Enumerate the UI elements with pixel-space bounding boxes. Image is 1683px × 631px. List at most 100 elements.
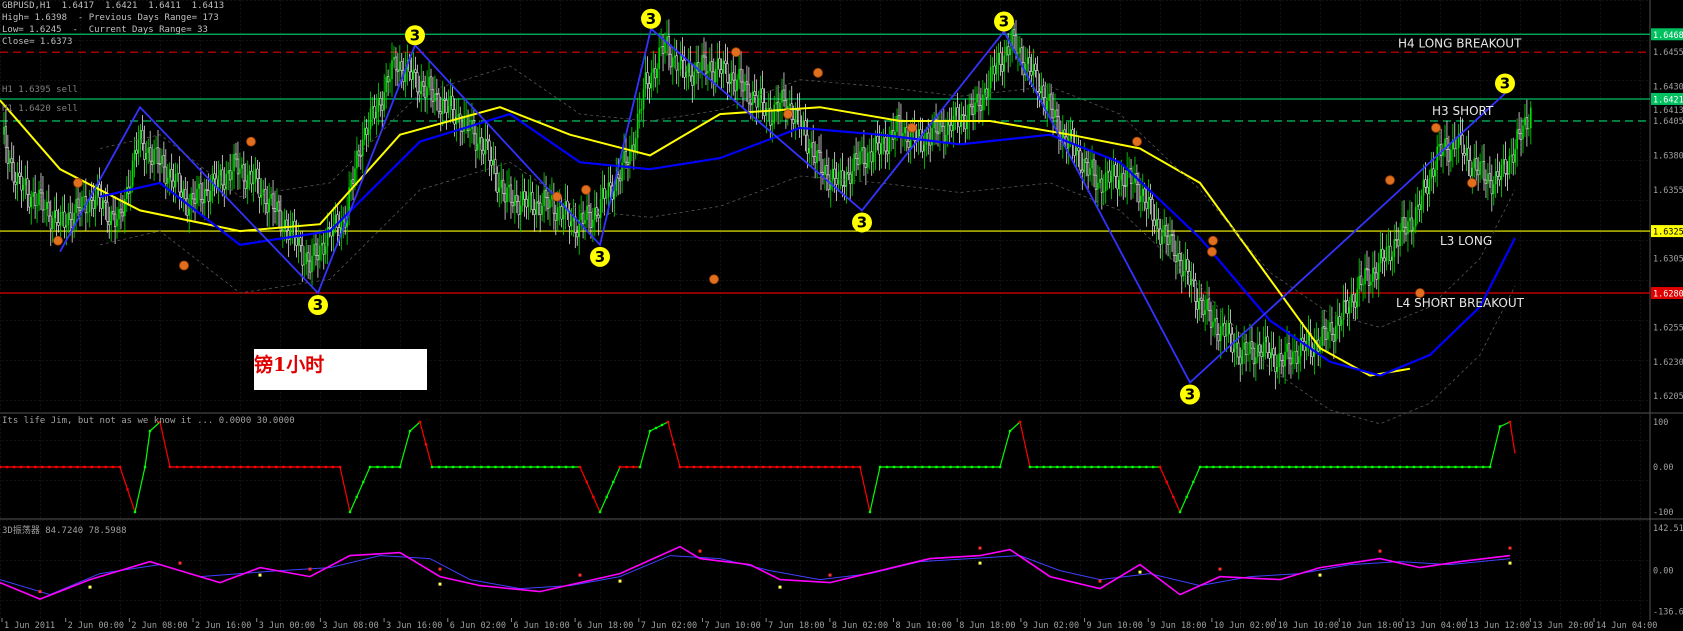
candle-body [982, 94, 984, 111]
candle-body [1360, 275, 1363, 285]
candle-body [1276, 367, 1279, 372]
candle-body [1032, 63, 1035, 76]
candle-body [792, 119, 795, 124]
candle-body [1370, 281, 1372, 286]
candle-body [126, 187, 128, 199]
candle-body [1092, 159, 1096, 176]
candle-body [217, 175, 220, 188]
wpr-dot [571, 465, 575, 469]
wpr-dot [1329, 465, 1332, 469]
candle-body [1091, 159, 1093, 169]
x-tick-label: 7 Jun 18:00 [768, 621, 824, 631]
candle-body [979, 105, 982, 111]
candle-body [180, 191, 183, 198]
wpr-dot [1205, 465, 1208, 469]
wpr-dot [692, 465, 696, 469]
wpr-tick: 0.00 [1653, 463, 1673, 473]
candle-body [1500, 164, 1503, 180]
wave-label: 3 [852, 212, 872, 233]
candle-body [837, 171, 840, 185]
candle-body [609, 182, 612, 187]
price-tick: 1.6430 [1653, 83, 1683, 93]
candle-body [1262, 342, 1265, 357]
candle-body [782, 89, 786, 101]
wpr-dot [1364, 465, 1367, 469]
candle-body [1270, 348, 1273, 359]
candle-body [1143, 188, 1146, 203]
candle-body [669, 53, 672, 68]
wpr-dot [998, 465, 1002, 469]
fractal-dot [53, 235, 63, 246]
wpr-dot [824, 465, 827, 469]
candle-body [753, 91, 756, 96]
candle-body [67, 212, 70, 226]
osc-dot-red [1508, 546, 1512, 550]
wpr-dot [501, 465, 504, 469]
wpr-dot [585, 480, 588, 484]
wpr-dot [1440, 465, 1443, 469]
wpr-dot [317, 465, 320, 469]
candle-body [219, 169, 222, 176]
candle-body [1190, 279, 1193, 286]
wpr-dot [1018, 420, 1022, 424]
candle-body [714, 68, 717, 83]
candle-body [1416, 204, 1419, 208]
candle-body [1530, 107, 1532, 129]
candle-body [55, 210, 58, 223]
fractal-dot [1207, 246, 1217, 257]
candle-body [517, 201, 520, 216]
x-tick-label: 6 Jun 18:00 [577, 621, 633, 631]
wpr-dot [1474, 465, 1478, 469]
wpr-dot [625, 465, 628, 469]
candle-body [732, 72, 735, 81]
fractal-dot [1467, 178, 1477, 188]
wpr-dot [817, 465, 820, 469]
candle-body [474, 133, 477, 151]
candle-body [1174, 255, 1177, 263]
candle-body [971, 106, 975, 115]
candle-body [605, 197, 608, 199]
candle-body [324, 246, 327, 255]
wpr-dot [1117, 465, 1121, 469]
wpr-title-text: Its life Jim, but not as we know it ... [2, 416, 214, 426]
candle-body [65, 225, 68, 228]
wpr-dot [1063, 465, 1066, 469]
candle-body [744, 81, 746, 92]
x-tick-label: 14 Jun 04:00 [1596, 621, 1657, 631]
candle-body [1184, 259, 1187, 271]
candle-body [351, 179, 355, 184]
candle-body [556, 207, 559, 221]
candle-body [1079, 150, 1082, 171]
candle-body [589, 211, 592, 229]
wpr-dot [69, 465, 72, 469]
candle-body [1338, 316, 1341, 326]
osc-dot-red [698, 549, 702, 553]
candle-body [1301, 337, 1304, 342]
wpr-dot [782, 465, 786, 469]
candle-body [1120, 173, 1123, 181]
candle-body [1356, 289, 1359, 308]
x-tick-label: 2 Jun 08:00 [131, 621, 187, 631]
wpr-tick: -100 [1653, 508, 1673, 518]
wpr-dot [1508, 420, 1512, 424]
candle-body [741, 81, 745, 92]
candle-body [145, 153, 148, 160]
candle-body [1073, 143, 1076, 156]
candle-body [812, 142, 815, 157]
candle-body [1014, 35, 1018, 55]
wpr-dot [654, 426, 658, 430]
osc-dot-yellow [1318, 573, 1322, 577]
wpr-dot [76, 465, 79, 469]
candle-body [1255, 357, 1257, 364]
candle-body [1266, 336, 1269, 354]
wpr-values: 0.0000 30.0000 [218, 416, 295, 426]
candle-body [1410, 217, 1413, 231]
candle-body [1007, 46, 1010, 56]
candle-body [987, 88, 990, 98]
wpr-dot [289, 465, 292, 469]
symbol-line: GBPUSD,H1 1.6417 1.6421 1.6411 1.6413 [2, 1, 225, 11]
candle-body [1155, 219, 1158, 226]
candle-body [529, 192, 532, 196]
wpr-dot [885, 465, 889, 469]
candle-body [679, 54, 682, 70]
